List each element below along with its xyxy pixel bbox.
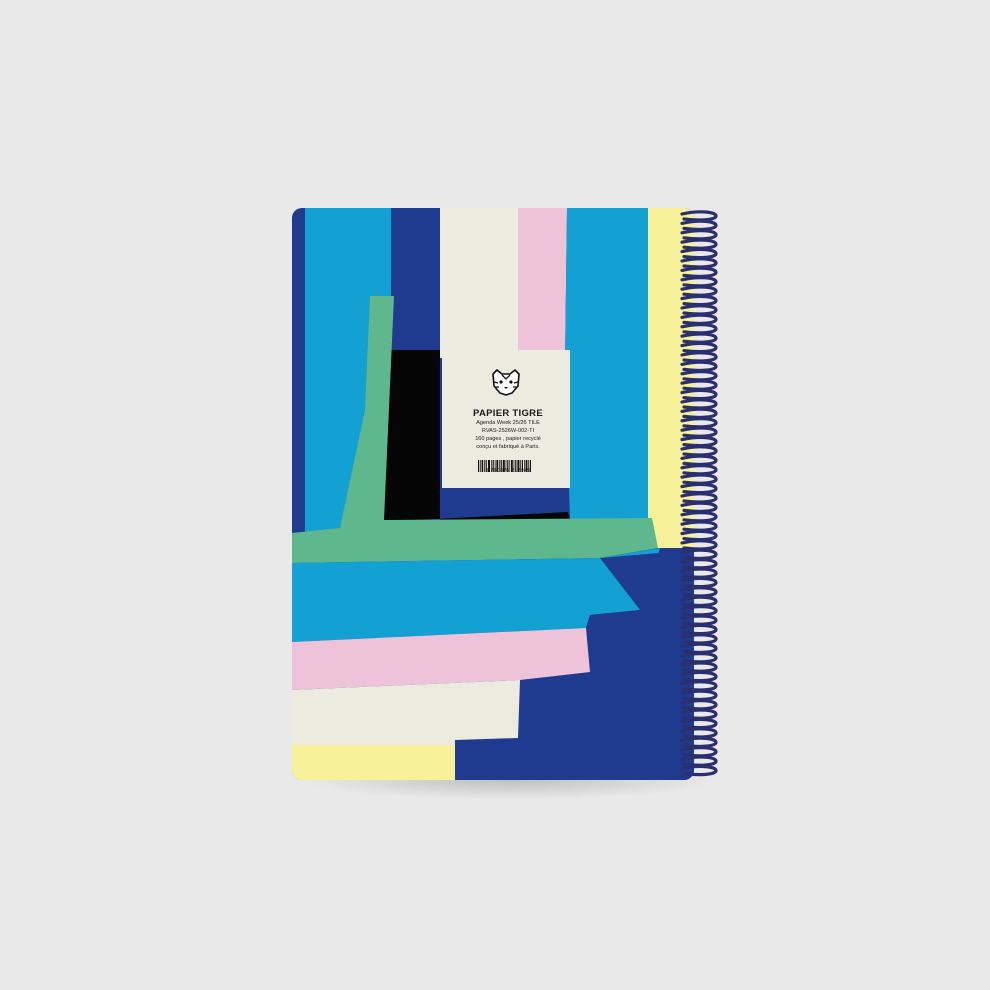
label-line-4: conçu et fabriqué à Paris. — [476, 444, 540, 450]
barcode-number: 3 700876 812949 — [485, 468, 531, 474]
spiral-binding-icon — [680, 210, 718, 777]
cream-column — [440, 208, 520, 358]
brand-name: PAPIER TIGRE — [473, 408, 543, 419]
label-text-block: PAPIER TIGRE Agenda Week 25/26 TILE RVAS… — [446, 356, 570, 474]
pink-piece-top — [518, 208, 567, 368]
yellow-bottom — [292, 745, 455, 780]
label-line-2: RVAS-2526W-002-TI — [481, 428, 535, 434]
label-line-1: Agenda Week 25/26 TILE — [476, 420, 540, 426]
notebook-cover — [292, 208, 718, 780]
label-line-3: 160 pages , papier recyclé — [475, 436, 541, 442]
cyan-band-right — [565, 208, 652, 520]
product-photo: PAPIER TIGRE Agenda Week 25/26 TILE RVAS… — [0, 0, 990, 990]
